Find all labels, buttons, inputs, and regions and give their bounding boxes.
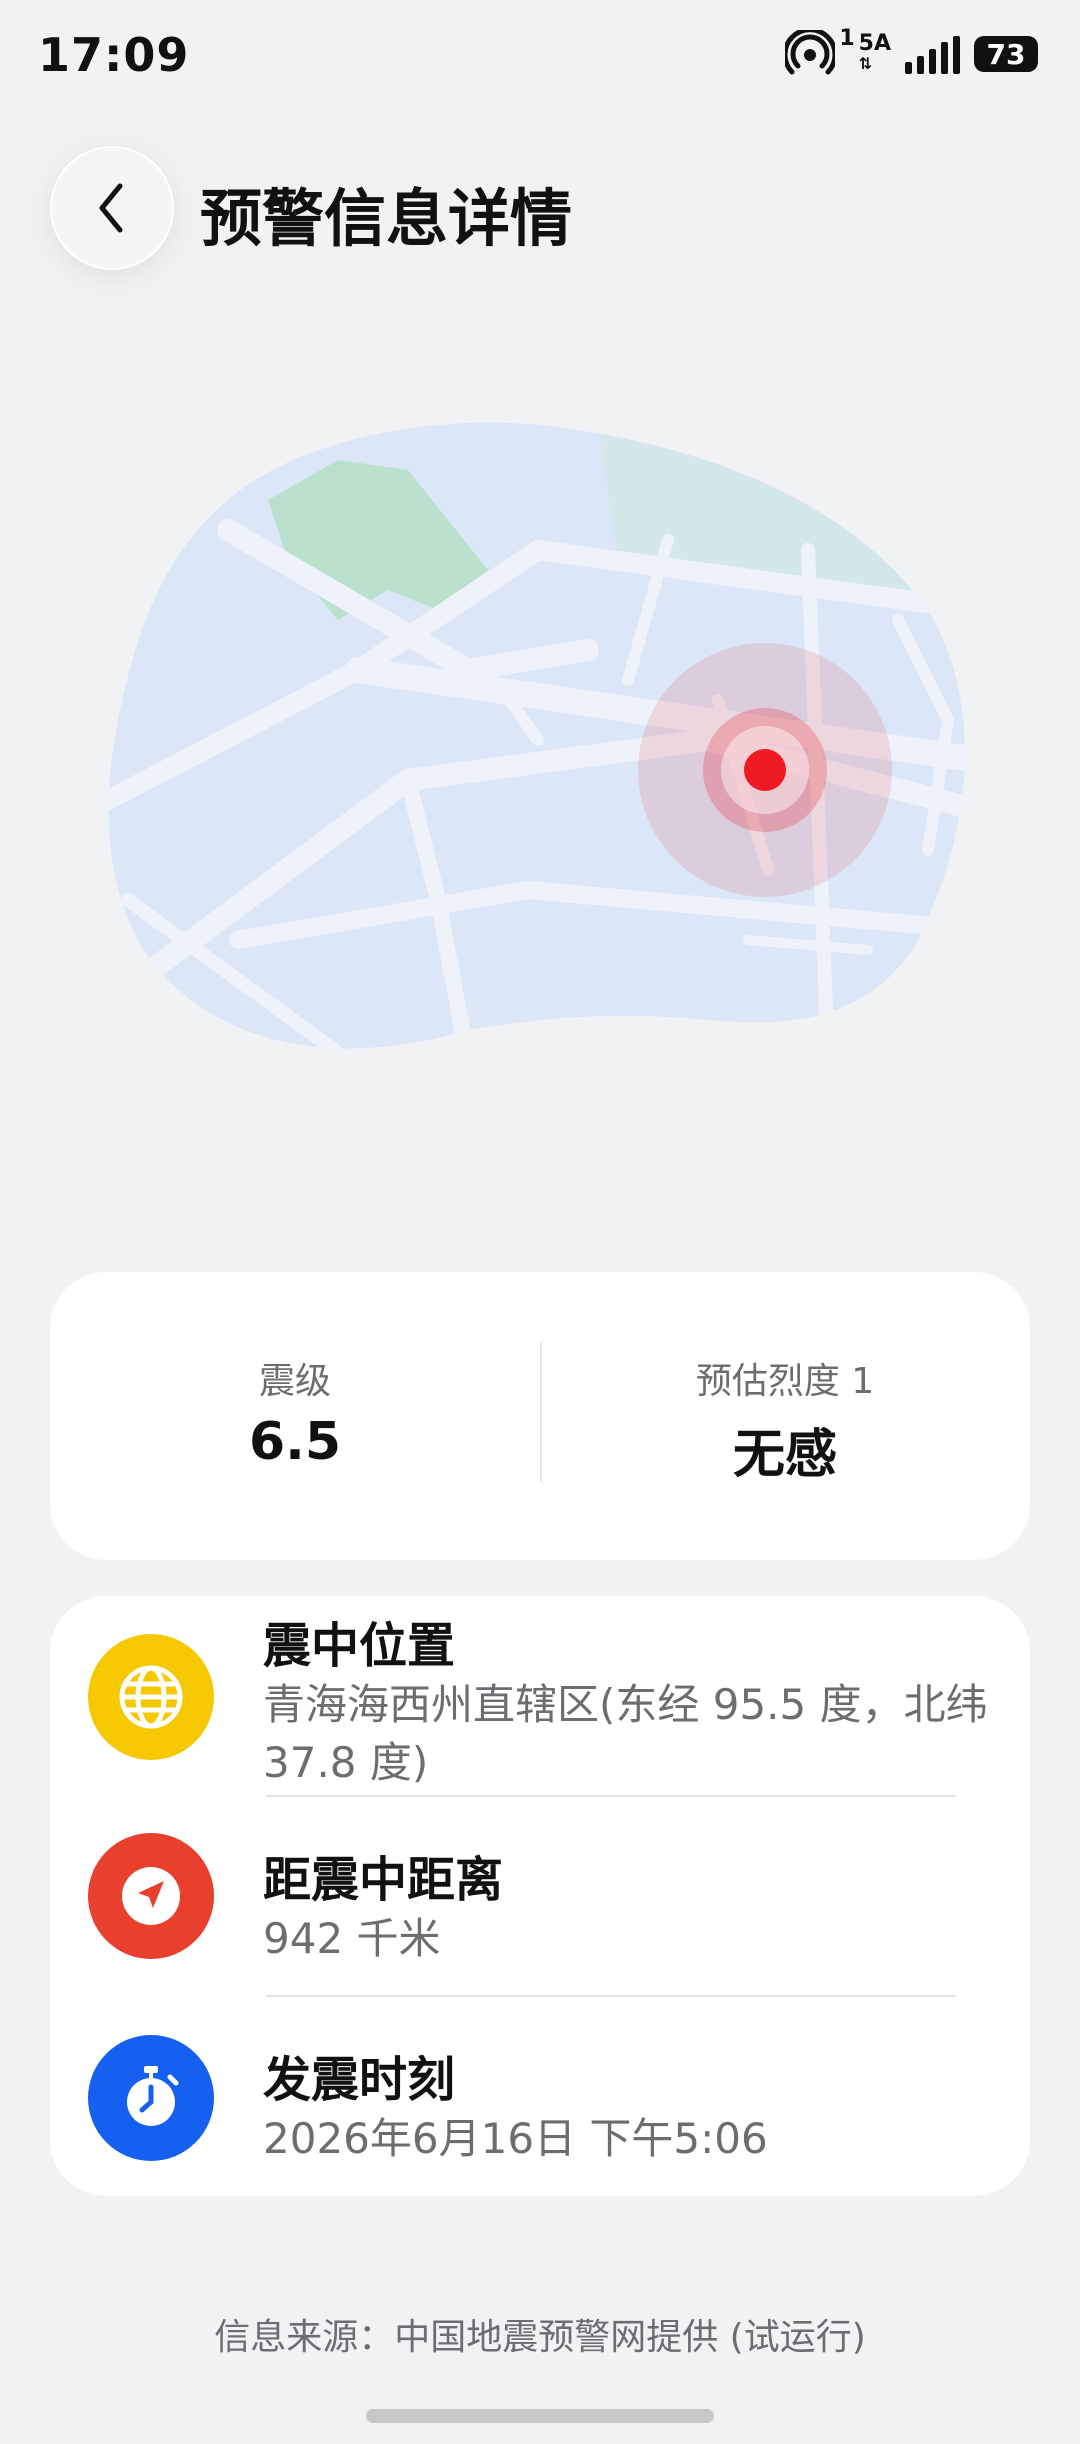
data-source-note: 信息来源：中国地震预警网提供 (试运行) (214, 2317, 866, 2358)
globe-icon (88, 1634, 214, 1760)
chevron-left-icon (99, 183, 123, 233)
epicenter-location-title: 震中位置 (263, 1618, 456, 1674)
intensity-label: 预估烈度 1 (695, 1361, 875, 1402)
hotspot-icon: 1 (782, 26, 855, 78)
magnitude-stat: 震级 6.5 (50, 1272, 540, 1560)
quake-time-value: 2026年6月16日 下午5:06 (263, 2114, 768, 2163)
network-type: 5A ⇅ (858, 31, 891, 74)
distance-value: 942 千米 (263, 1914, 441, 1963)
home-indicator[interactable] (366, 2409, 714, 2423)
status-icons: 1 5A ⇅ 73 (782, 26, 1038, 78)
network-label: 5A (858, 31, 891, 56)
intensity-value: 无感 (732, 1425, 837, 1485)
quake-time-row: 发震时刻 2026年6月16日 下午5:06 (50, 1996, 1030, 2196)
battery-icon: 73 (974, 36, 1038, 72)
stopwatch-icon (88, 2035, 214, 2161)
back-button[interactable] (50, 146, 174, 270)
magnitude-label: 震级 (258, 1361, 331, 1402)
distance-title: 距震中距离 (263, 1852, 504, 1908)
magnitude-value: 6.5 (248, 1412, 342, 1472)
distance-row: 距震中距离 942 千米 (50, 1796, 1030, 1996)
quake-info-card: 震中位置 青海海西州直辖区(东经 95.5 度，北纬 37.8 度) 距震中距离… (50, 1596, 1030, 2196)
epicenter-marker (638, 643, 892, 897)
magnitude-card: 震级 6.5 预估烈度 1 无感 (50, 1272, 1030, 1560)
quake-time-title: 发震时刻 (263, 2052, 456, 2108)
status-time: 17:09 (38, 28, 190, 82)
epicenter-location-row: 震中位置 青海海西州直辖区(东经 95.5 度，北纬 37.8 度) (50, 1596, 1030, 1796)
navigation-arrow-icon (88, 1833, 214, 1959)
epicenter-location-value: 青海海西州直辖区(东经 95.5 度，北纬 37.8 度) (263, 1680, 988, 1787)
hotspot-count: 1 (839, 26, 855, 51)
intensity-stat: 预估烈度 1 无感 (540, 1272, 1030, 1560)
status-bar: 17:09 1 5A ⇅ 73 (0, 0, 1080, 110)
battery-level: 73 (986, 37, 1026, 71)
signal-icon (905, 34, 960, 74)
epicenter-map (108, 420, 978, 1060)
data-arrows-icon: ⇅ (858, 54, 873, 73)
page-title: 预警信息详情 (200, 182, 573, 255)
